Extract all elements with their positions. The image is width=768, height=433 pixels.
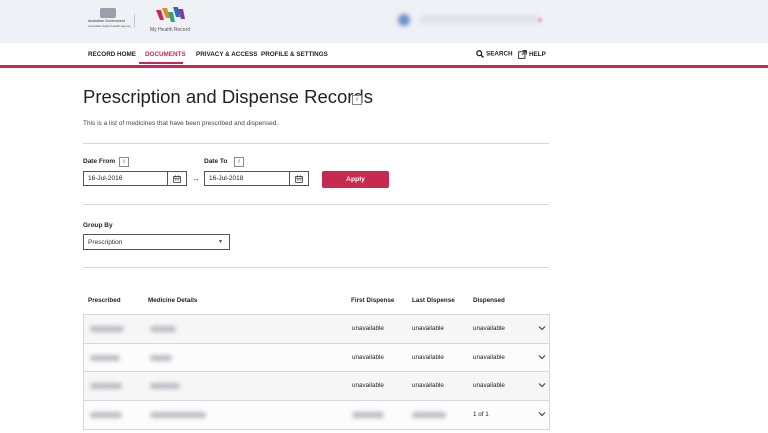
first-dispense-cell: unavailable bbox=[352, 382, 384, 389]
dispensed-cell: unavailable bbox=[473, 353, 505, 361]
date-to-calendar-button[interactable] bbox=[289, 172, 308, 185]
dispensed-cell: unavailable bbox=[473, 325, 505, 332]
column-header-prescribed: Prescribed bbox=[88, 297, 121, 304]
group-by-label: Group By bbox=[83, 222, 113, 229]
calendar-icon bbox=[173, 174, 181, 183]
column-header-medicine-details: Medicine Details bbox=[148, 297, 198, 304]
date-from-input[interactable]: 16-Jul-2016 bbox=[83, 171, 187, 186]
page-subtitle: This is a list of medicines that have be… bbox=[83, 120, 279, 127]
external-link-icon bbox=[518, 50, 527, 59]
dispensed-cell: 1 of 1 bbox=[473, 410, 489, 418]
user-profile-blurred[interactable] bbox=[398, 10, 548, 30]
notification-dot bbox=[538, 18, 542, 22]
active-tab-indicator bbox=[139, 62, 183, 64]
group-by-value: Prescription bbox=[88, 239, 123, 246]
main-nav: RECORD HOME DOCUMENTS PRIVACY & ACCESS P… bbox=[0, 43, 768, 65]
divider bbox=[83, 204, 549, 205]
dispensed-cell: unavailable bbox=[473, 382, 505, 389]
government-logo[interactable]: Australian Government Australian Digital… bbox=[88, 8, 131, 34]
page-title: Prescription and Dispense Records bbox=[83, 86, 373, 107]
nav-profile-settings[interactable]: PROFILE & SETTINGS bbox=[261, 51, 328, 58]
mhr-logo-icon bbox=[156, 7, 185, 22]
column-header-first-dispense: First Dispense bbox=[351, 297, 395, 304]
help-button[interactable]: HELP bbox=[518, 50, 546, 59]
prescribed-date-redacted bbox=[90, 354, 120, 361]
prescribed-date-redacted bbox=[90, 411, 122, 418]
apply-button[interactable]: Apply bbox=[322, 171, 389, 188]
table-row[interactable]: 1 of 1 bbox=[84, 400, 549, 429]
last-dispense-cell: unavailable bbox=[412, 325, 444, 332]
nav-privacy-access[interactable]: PRIVACY & ACCESS bbox=[196, 51, 257, 58]
help-label: HELP bbox=[529, 51, 546, 59]
group-by-select[interactable]: Prescription ▼ bbox=[83, 234, 230, 250]
medicine-details-redacted bbox=[150, 354, 172, 361]
chevron-down-icon[interactable] bbox=[538, 411, 546, 417]
medicine-details-redacted bbox=[150, 326, 176, 332]
chevron-down-icon[interactable] bbox=[538, 325, 546, 331]
user-name-redacted bbox=[420, 15, 540, 24]
date-to-info-icon[interactable]: i bbox=[234, 157, 244, 167]
nav-record-home[interactable]: RECORD HOME bbox=[88, 51, 136, 58]
divider bbox=[83, 143, 549, 144]
last-dispense-redacted bbox=[412, 411, 446, 418]
date-from-label: Date From bbox=[83, 158, 116, 165]
last-dispense-cell: unavailable bbox=[412, 353, 444, 361]
app-name: My Health Record bbox=[150, 27, 191, 33]
first-dispense-cell: unavailable bbox=[352, 325, 384, 332]
search-icon bbox=[476, 50, 484, 58]
caret-down-icon: ▼ bbox=[218, 239, 223, 245]
last-dispense-cell: unavailable bbox=[412, 382, 444, 389]
date-to-label: Date To bbox=[204, 158, 228, 165]
medicine-details-redacted bbox=[150, 411, 206, 418]
chevron-down-icon[interactable] bbox=[538, 354, 546, 360]
chevron-down-icon[interactable] bbox=[538, 382, 546, 388]
calendar-icon bbox=[295, 174, 303, 183]
first-dispense-redacted bbox=[352, 411, 384, 418]
prescribed-date-redacted bbox=[90, 326, 124, 332]
coat-of-arms-icon bbox=[100, 8, 116, 18]
date-to-input[interactable]: 16-Jul-2018 bbox=[204, 171, 309, 186]
search-label: SEARCH bbox=[486, 50, 513, 58]
table-row[interactable]: unavailable unavailable unavailable bbox=[84, 343, 549, 372]
logo-divider bbox=[134, 14, 135, 28]
table-row[interactable]: unavailable unavailable unavailable bbox=[84, 315, 549, 344]
nav-accent-bar bbox=[0, 65, 768, 68]
prescribed-date-redacted bbox=[90, 383, 122, 389]
search-button[interactable]: SEARCH bbox=[476, 50, 513, 58]
records-table: unavailable unavailable unavailable unav… bbox=[83, 314, 550, 430]
medicine-details-redacted bbox=[150, 383, 180, 389]
date-from-value: 16-Jul-2016 bbox=[88, 175, 123, 182]
gov-name: Australian Government bbox=[88, 19, 125, 23]
top-header: Australian Government Australian Digital… bbox=[0, 0, 768, 43]
date-to-value: 16-Jul-2018 bbox=[209, 175, 244, 182]
date-from-calendar-button[interactable] bbox=[167, 172, 186, 185]
column-header-dispensed: Dispensed bbox=[473, 297, 505, 304]
divider bbox=[83, 267, 549, 268]
date-from-info-icon[interactable]: i bbox=[119, 157, 129, 167]
avatar bbox=[398, 14, 410, 26]
agency-name: Australian Digital Health Agency bbox=[88, 24, 131, 28]
arrow-right-icon: → bbox=[192, 174, 200, 183]
my-health-record-logo[interactable]: My Health Record bbox=[150, 6, 210, 36]
table-row[interactable]: unavailable unavailable unavailable bbox=[84, 372, 549, 401]
column-header-last-dispense: Last Dispense bbox=[412, 297, 455, 304]
first-dispense-cell: unavailable bbox=[352, 353, 384, 361]
nav-documents[interactable]: DOCUMENTS bbox=[145, 51, 186, 58]
info-icon[interactable]: i bbox=[352, 95, 362, 105]
